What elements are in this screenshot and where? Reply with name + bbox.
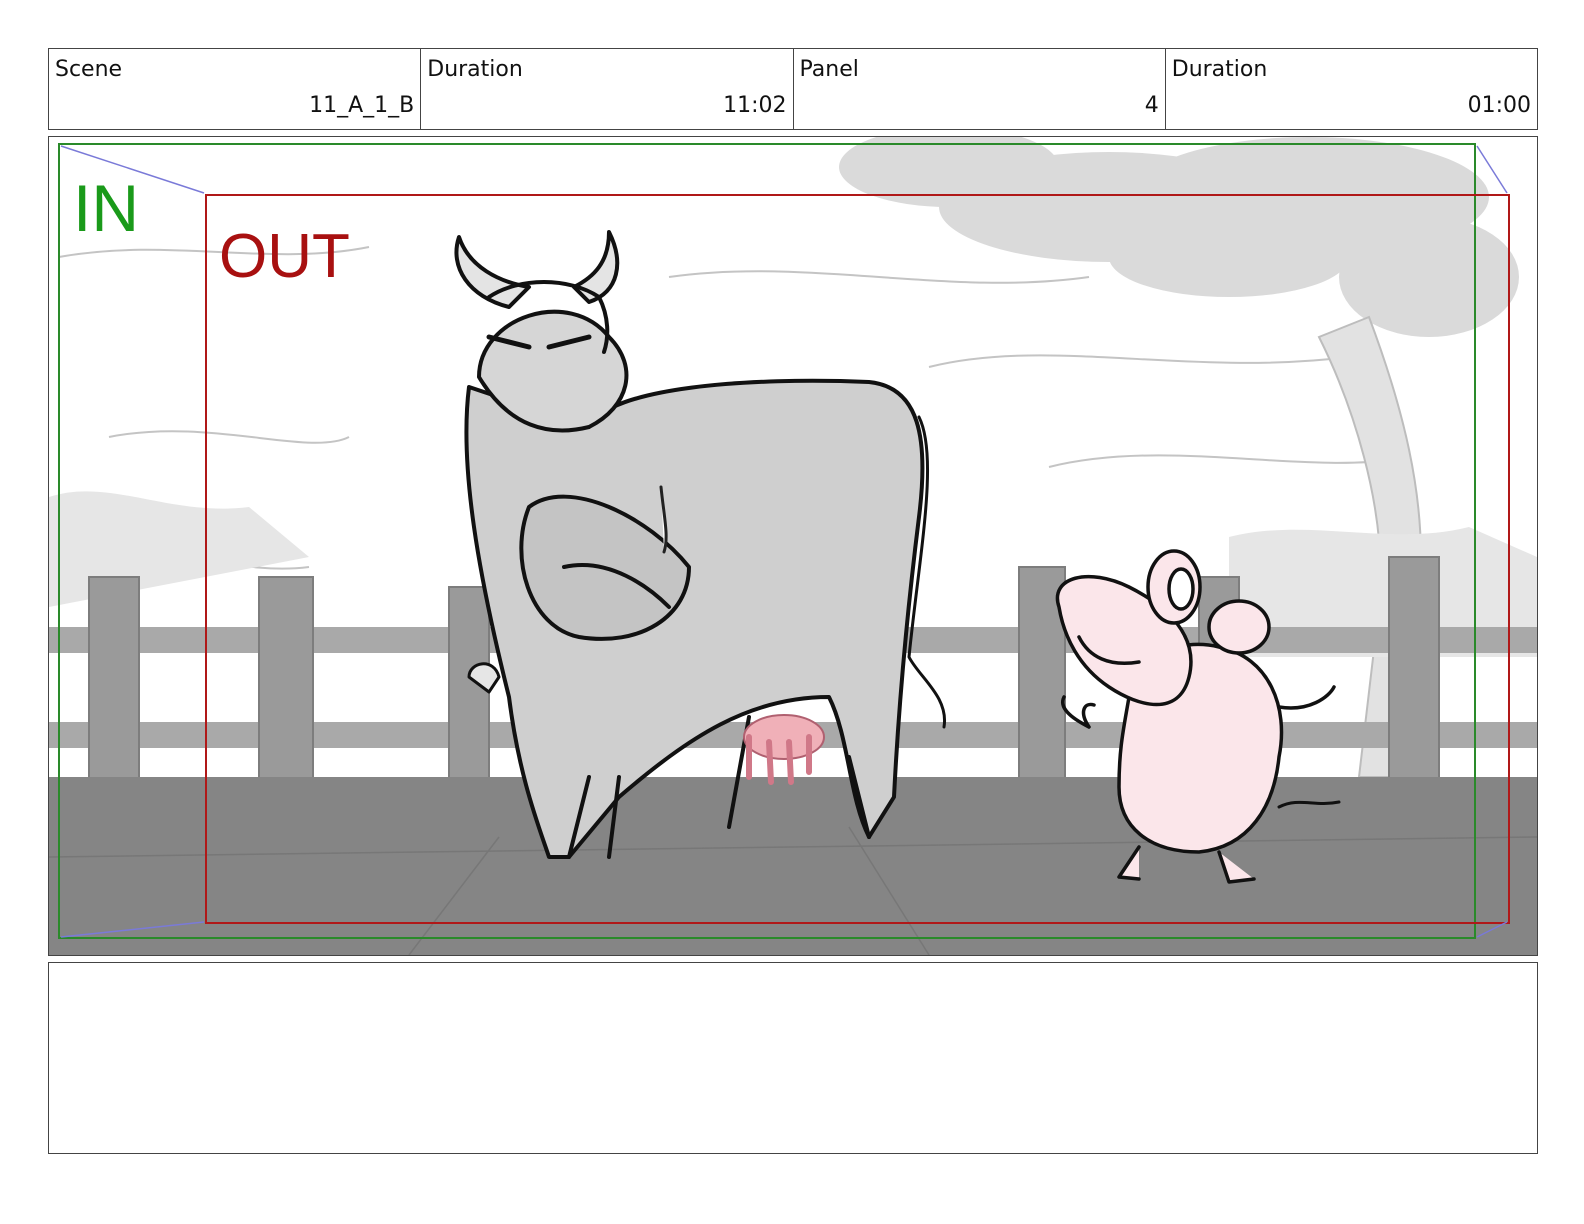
panel-duration-cell: Duration 01:00 <box>1166 49 1537 129</box>
notes-box <box>48 962 1538 1154</box>
scene-label: Scene <box>55 57 123 82</box>
scene-duration-cell: Duration 11:02 <box>421 49 794 129</box>
panel-duration-value: 01:00 <box>1467 93 1531 118</box>
out-label: OUT <box>219 222 350 291</box>
scene-duration-value: 11:02 <box>723 93 787 118</box>
panel-duration-label: Duration <box>1171 57 1268 82</box>
in-label: IN <box>73 171 139 245</box>
panel-value: 4 <box>1144 93 1159 118</box>
storyboard-drawing: IN OUT <box>49 137 1537 955</box>
panel-cell: Panel 4 <box>794 49 1166 129</box>
panel-header: Scene 11_A_1_B Duration 11:02 Panel 4 Du… <box>48 48 1538 130</box>
scene-cell: Scene 11_A_1_B <box>49 49 422 129</box>
panel-label: Panel <box>799 57 859 82</box>
storyboard-frame: IN OUT <box>48 136 1538 956</box>
scene-value: 11_A_1_B <box>309 93 415 118</box>
scene-duration-label: Duration <box>427 57 523 82</box>
